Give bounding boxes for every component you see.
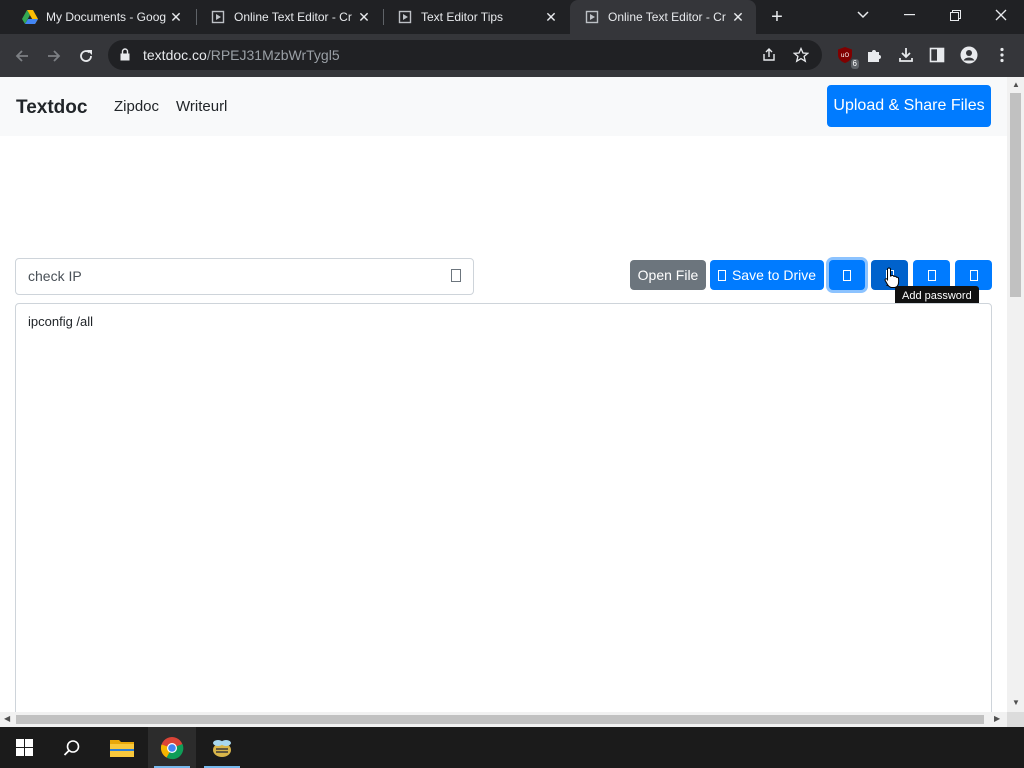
reload-icon[interactable] [73,43,99,69]
browser-tab-title: Online Text Editor - Cr [234,10,352,24]
windows-start-icon[interactable] [0,727,48,768]
restore-icon[interactable] [932,0,978,30]
filename-field[interactable] [15,258,474,295]
minimize-icon[interactable] [886,0,932,30]
back-icon[interactable] [9,43,35,69]
download-icon [843,269,851,281]
url-path: /RPEJ31MzbWrTygl5 [206,47,340,63]
google-drive-icon [717,269,726,281]
browser-tab-text-editor-tips[interactable]: Text Editor Tips ✕ [383,0,569,34]
save-to-drive-button[interactable]: Save to Drive [710,260,824,290]
close-tab-icon[interactable]: ✕ [168,9,184,25]
scroll-down-arrow-icon[interactable]: ▼ [1012,698,1020,707]
site-brand[interactable]: Textdoc [16,97,87,119]
textdoc-favicon [397,9,413,25]
profile-avatar-icon[interactable] [958,44,980,66]
new-tab-icon[interactable]: + [766,6,788,28]
url-host: textdoc.co [143,47,207,63]
download-icon[interactable] [895,44,917,66]
save-to-drive-label: Save to Drive [731,267,817,283]
forward-icon[interactable] [41,43,67,69]
browser-tab-my-documents[interactable]: My Documents - Goog ✕ [8,0,194,34]
browser-tab-title: My Documents - Goog [46,10,167,24]
browser-tab-title: Text Editor Tips [421,10,504,24]
nav-link-zipdoc[interactable]: Zipdoc [114,98,159,115]
ublock-extension-icon[interactable]: uO 6 [834,44,859,69]
google-drive-icon [22,9,38,25]
textdoc-favicon [584,9,600,25]
svg-text:uO: uO [841,52,850,59]
app-taskbar-icon[interactable] [198,727,246,768]
bookmark-star-icon[interactable] [792,46,810,63]
page-content: Textdoc Zipdoc Writeurl Upload & Share F… [0,77,1007,712]
share-icon[interactable] [761,47,777,63]
textdoc-favicon [210,9,226,25]
share-icon [927,269,936,281]
browser-toolbar: textdoc.co/RPEJ31MzbWrTygl5 uO 6 [0,34,1024,77]
horizontal-scrollbar[interactable]: ◀ ▶ [0,712,1007,727]
vertical-scrollbar[interactable]: ▲ ▼ [1007,77,1024,712]
address-bar[interactable]: textdoc.co/RPEJ31MzbWrTygl5 [108,40,822,70]
scroll-left-arrow-icon[interactable]: ◀ [4,714,10,723]
close-tab-icon[interactable]: ✕ [730,9,746,25]
scroll-right-arrow-icon[interactable]: ▶ [994,714,1000,723]
extensions-puzzle-icon[interactable] [863,44,885,66]
browser-tab-title: Online Text Editor - Cr [608,10,726,24]
lock-icon[interactable] [120,48,130,66]
extension-badge: 6 [850,59,859,69]
vertical-scrollbar-thumb[interactable] [1010,93,1021,297]
file-icon [451,269,461,282]
open-file-button[interactable]: Open File [630,260,706,290]
windows-taskbar [0,727,1024,768]
download-file-button[interactable] [829,260,865,290]
upload-share-files-button[interactable]: Upload & Share Files [827,85,991,127]
file-explorer-icon[interactable] [98,727,146,768]
scroll-up-arrow-icon[interactable]: ▲ [1012,80,1020,89]
side-panel-icon[interactable] [926,44,948,66]
nav-link-writeurl[interactable]: Writeurl [176,98,227,115]
url-text: textdoc.co/RPEJ31MzbWrTygl5 [143,47,340,63]
tab-search-icon[interactable] [840,0,886,30]
text-editor[interactable]: ipconfig /all [15,303,992,712]
more-icon [969,269,978,281]
close-tab-icon[interactable]: ✕ [543,9,559,25]
close-tab-icon[interactable]: ✕ [356,9,372,25]
scrollbar-corner [1007,712,1024,727]
horizontal-scrollbar-thumb[interactable] [16,715,984,724]
browser-tab-online-text-editor[interactable]: Online Text Editor - Cr ✕ [196,0,382,34]
editor-content[interactable]: ipconfig /all [28,314,93,329]
search-icon[interactable] [48,727,96,768]
hand-cursor-icon [884,267,900,288]
browser-tab-active[interactable]: Online Text Editor - Cr ✕ [570,0,756,34]
browser-menu-icon[interactable] [991,44,1013,66]
filename-input[interactable] [28,268,428,284]
close-window-icon[interactable] [978,0,1024,30]
browser-tab-strip: My Documents - Goog ✕ Online Text Editor… [0,0,1024,34]
chrome-taskbar-icon[interactable] [148,727,196,768]
site-navbar: Textdoc Zipdoc Writeurl Upload & Share F… [0,77,1007,136]
